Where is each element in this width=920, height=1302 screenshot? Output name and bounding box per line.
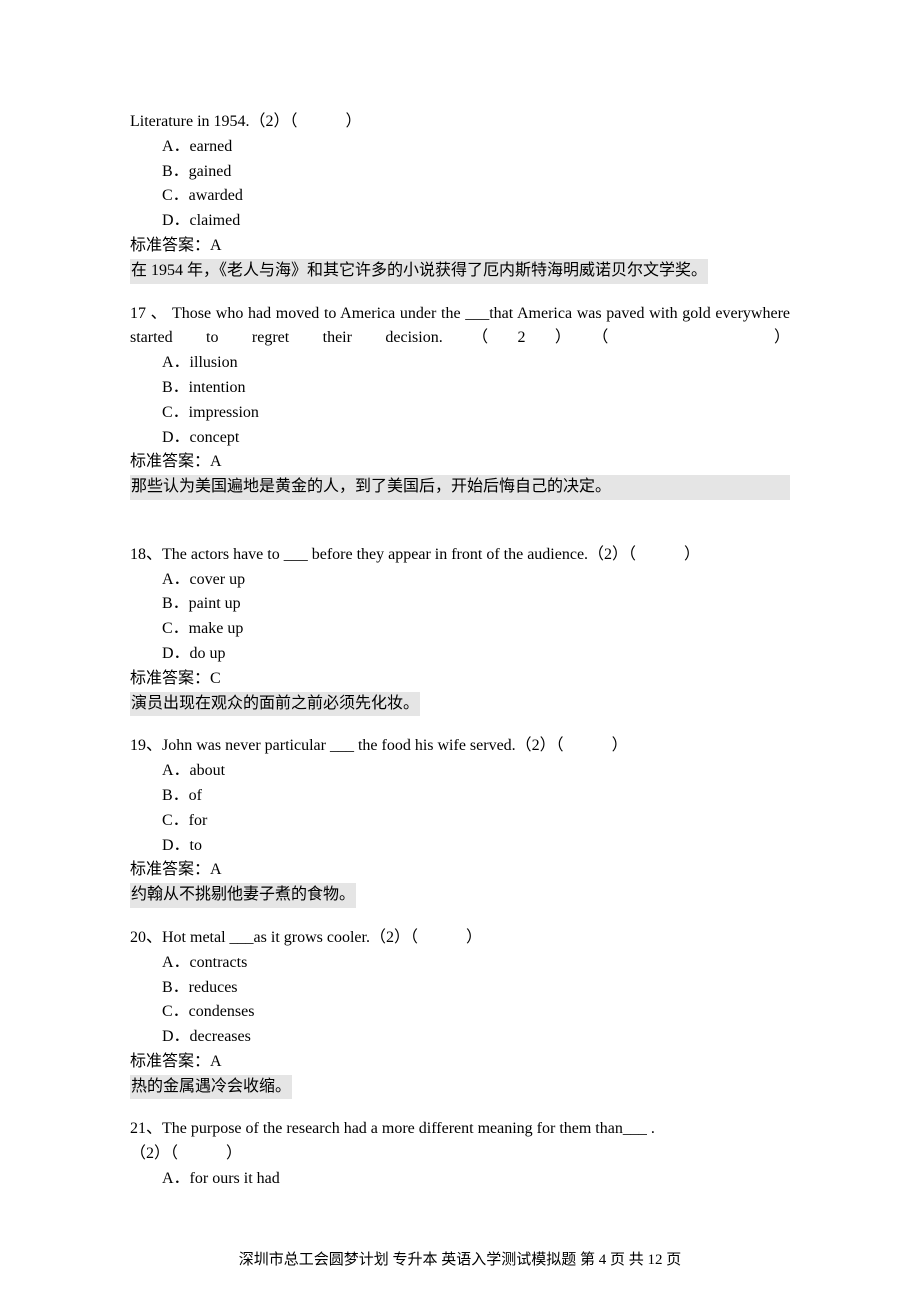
question-20-explanation-row: 热的金属遇冷会收缩。 — [130, 1075, 790, 1100]
question-16-explanation: 在 1954 年，《老人与海》和其它许多的小说获得了厄内斯特海明威诺贝尔文学奖。 — [130, 259, 708, 284]
question-18-option-c: C．make up — [130, 617, 790, 642]
page-footer: 深圳市总工会圆梦计划 专升本 英语入学测试模拟题 第 4 页 共 12 页 — [0, 1249, 920, 1272]
question-18: 18、The actors have to ___ before they ap… — [130, 543, 790, 717]
question-16: Literature in 1954.（2）（ ） A．earned B．gai… — [130, 110, 790, 284]
question-19: 19、John was never particular ___ the foo… — [130, 734, 790, 908]
question-17-option-d: D．concept — [130, 426, 790, 451]
question-16-option-a: A．earned — [130, 135, 790, 160]
question-16-option-c: C．awarded — [130, 184, 790, 209]
question-16-explanation-row: 在 1954 年，《老人与海》和其它许多的小说获得了厄内斯特海明威诺贝尔文学奖。 — [130, 259, 790, 284]
highlight-filler — [612, 475, 790, 500]
question-18-explanation: 演员出现在观众的面前之前必须先化妆。 — [130, 692, 420, 717]
question-19-options: A．about B．of C．for D．to — [130, 759, 790, 858]
question-19-option-b: B．of — [130, 784, 790, 809]
question-20-option-c: C．condenses — [130, 1000, 790, 1025]
question-16-option-b: B．gained — [130, 160, 790, 185]
question-17-explanation-row: 那些认为美国遍地是黄金的人，到了美国后，开始后悔自己的决定。 — [130, 475, 790, 500]
question-16-options: A．earned B．gained C．awarded D．claimed — [130, 135, 790, 234]
question-20-stem: 20、Hot metal ___as it grows cooler.（2）（ … — [130, 926, 790, 951]
question-20: 20、Hot metal ___as it grows cooler.（2）（ … — [130, 926, 790, 1100]
question-19-option-c: C．for — [130, 809, 790, 834]
question-18-option-d: D．do up — [130, 642, 790, 667]
question-17-answer: 标准答案：A — [130, 450, 790, 475]
question-16-stem: Literature in 1954.（2）（ ） — [130, 110, 790, 135]
question-18-option-a: A．cover up — [130, 568, 790, 593]
question-17-option-b: B．intention — [130, 376, 790, 401]
question-16-answer: 标准答案：A — [130, 234, 790, 259]
question-20-options: A．contracts B．reduces C．condenses D．decr… — [130, 951, 790, 1050]
question-19-option-a: A．about — [130, 759, 790, 784]
question-18-stem: 18、The actors have to ___ before they ap… — [130, 543, 790, 568]
question-16-option-d: D．claimed — [130, 209, 790, 234]
question-19-explanation: 约翰从不挑剔他妻子煮的食物。 — [130, 883, 356, 908]
question-20-answer: 标准答案：A — [130, 1050, 790, 1075]
question-21-option-a: A．for ours it had — [130, 1167, 790, 1192]
question-17-option-c: C．impression — [130, 401, 790, 426]
question-17-option-a: A．illusion — [130, 351, 790, 376]
question-19-stem: 19、John was never particular ___ the foo… — [130, 734, 790, 759]
question-18-explanation-row: 演员出现在观众的面前之前必须先化妆。 — [130, 692, 790, 717]
question-19-option-d: D．to — [130, 834, 790, 859]
question-20-option-a: A．contracts — [130, 951, 790, 976]
question-21-stem-line2: （2）（ ） — [130, 1142, 790, 1167]
question-20-option-d: D．decreases — [130, 1025, 790, 1050]
question-18-answer: 标准答案：C — [130, 667, 790, 692]
question-19-answer: 标准答案：A — [130, 858, 790, 883]
question-17-options: A．illusion B．intention C．impression D．co… — [130, 351, 790, 450]
question-18-option-b: B．paint up — [130, 592, 790, 617]
question-21: 21、The purpose of the research had a mor… — [130, 1117, 790, 1191]
question-18-options: A．cover up B．paint up C．make up D．do up — [130, 568, 790, 667]
question-19-explanation-row: 约翰从不挑剔他妻子煮的食物。 — [130, 883, 790, 908]
question-20-explanation: 热的金属遇冷会收缩。 — [130, 1075, 292, 1100]
question-20-option-b: B．reduces — [130, 976, 790, 1001]
question-17-explanation: 那些认为美国遍地是黄金的人，到了美国后，开始后悔自己的决定。 — [130, 475, 612, 500]
question-21-stem-line1: 21、The purpose of the research had a mor… — [130, 1117, 790, 1142]
question-17-stem: 17 、 Those who had moved to America unde… — [130, 302, 790, 352]
exam-page: Literature in 1954.（2）（ ） A．earned B．gai… — [0, 0, 920, 1302]
question-17: 17 、 Those who had moved to America unde… — [130, 302, 790, 500]
question-21-options: A．for ours it had — [130, 1167, 790, 1192]
